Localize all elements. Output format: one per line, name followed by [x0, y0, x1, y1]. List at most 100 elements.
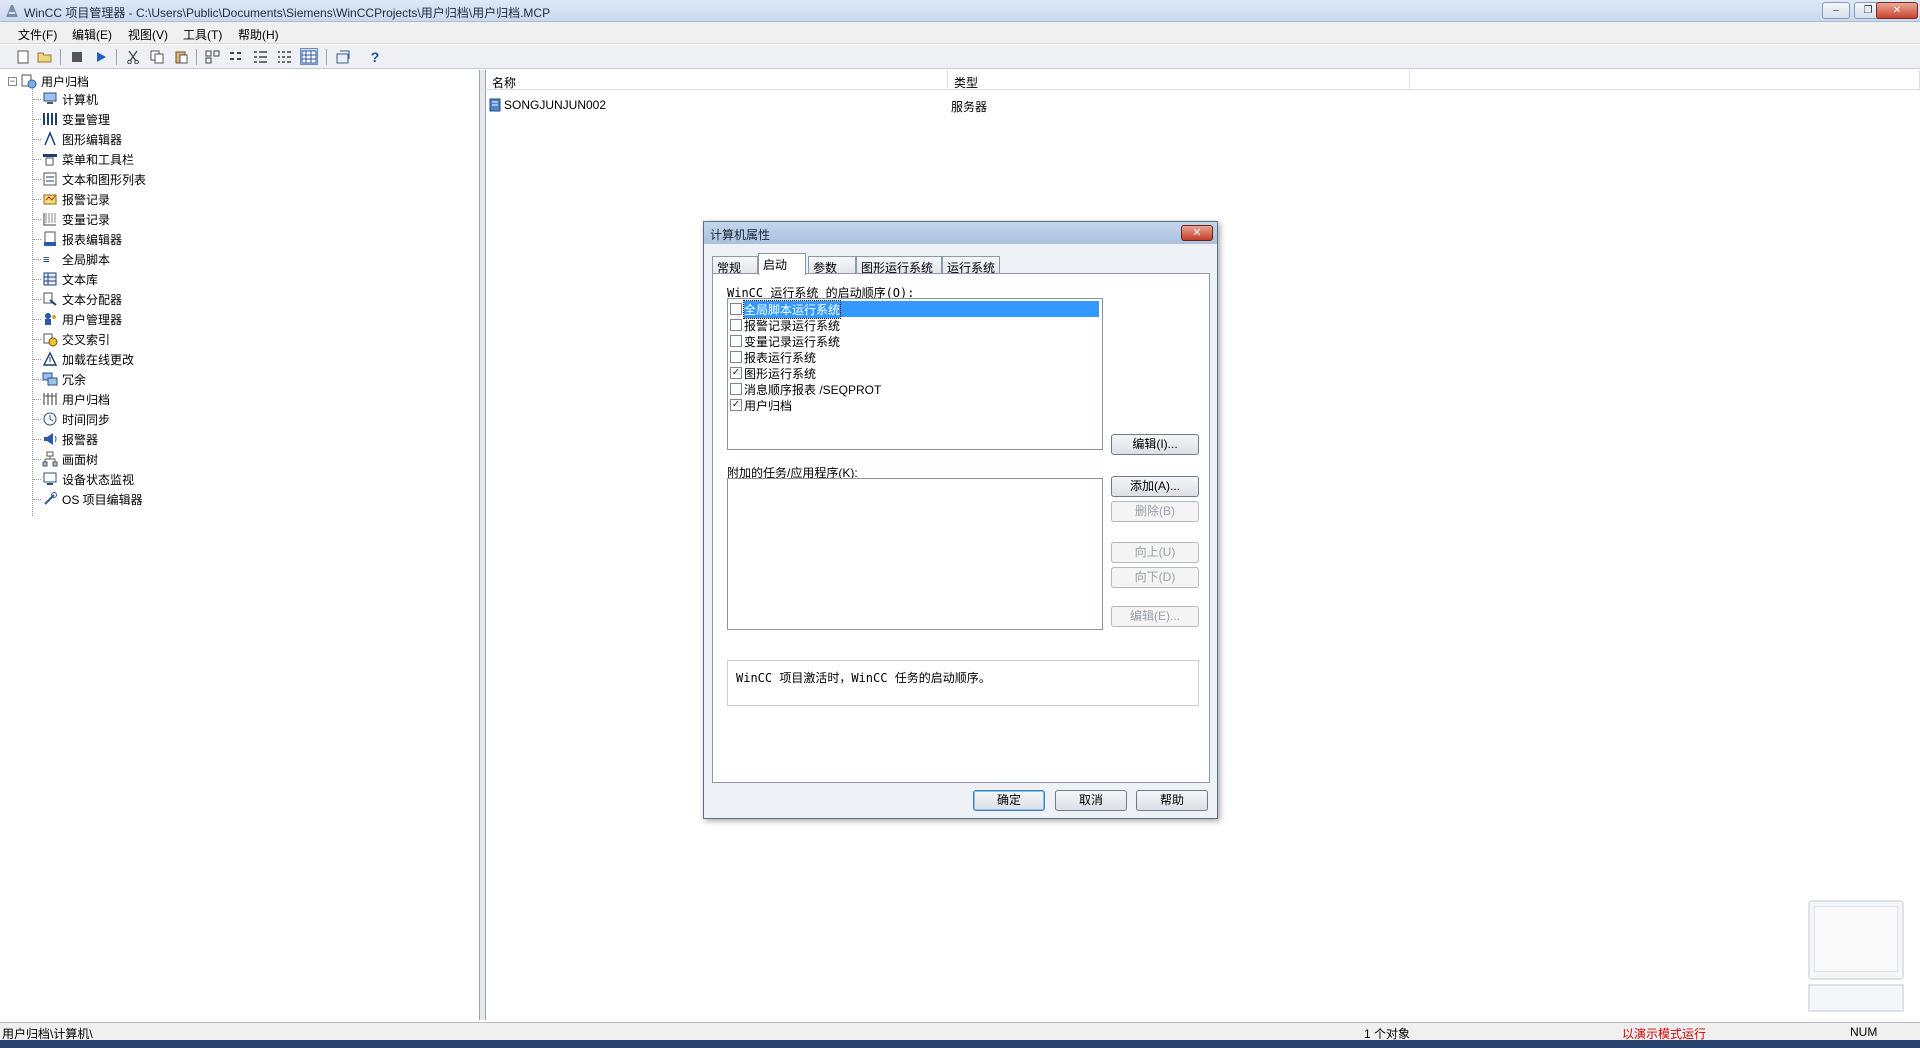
- dialog-close-icon[interactable]: ✕: [1181, 225, 1213, 241]
- edit-task-button[interactable]: 编辑(E)...: [1111, 606, 1199, 627]
- menu-view[interactable]: 视图(V): [128, 26, 168, 43]
- tree-item[interactable]: 文本分配器: [42, 290, 122, 308]
- startup-list-item[interactable]: 变量记录运行系统: [730, 333, 1099, 349]
- startup-item-checkbox[interactable]: [730, 319, 742, 331]
- cancel-button[interactable]: 取消: [1055, 790, 1127, 811]
- menu-help[interactable]: 帮助(H): [238, 26, 279, 43]
- tree-item[interactable]: OS 项目编辑器: [42, 490, 143, 508]
- startup-order-list[interactable]: 全局脚本运行系统 报警记录运行系统 变量记录运行系统 报表运行系统 ✓ 图形运行系统 消息顺…: [727, 298, 1103, 450]
- list-icon[interactable]: [252, 48, 270, 65]
- tree-item-label: 计算机: [62, 92, 99, 107]
- window-title: WinCC 项目管理器 - C:\Users\Public\Documents\…: [24, 6, 551, 20]
- tree-root[interactable]: − 用户归档: [8, 72, 89, 90]
- details-icon[interactable]: [276, 48, 294, 65]
- description-box: WinCC 项目激活时，WinCC 任务的启动顺序。: [727, 660, 1199, 706]
- startup-item-checkbox[interactable]: ✓: [730, 399, 742, 411]
- tab-graphics-runtime[interactable]: 图形运行系统: [856, 256, 942, 275]
- startup-list-item[interactable]: 全局脚本运行系统: [730, 299, 1099, 319]
- startup-list-item[interactable]: 报表运行系统: [730, 349, 1099, 365]
- tree-item-label: 交叉索引: [62, 332, 111, 347]
- time-sync-icon: [42, 411, 58, 427]
- tab-runtime[interactable]: 运行系统: [942, 256, 1000, 275]
- tree-item[interactable]: 时间同步: [42, 410, 110, 428]
- menu-file[interactable]: 文件(F): [18, 26, 57, 43]
- tree-item[interactable]: ≡ 全局脚本: [42, 250, 110, 268]
- column-header-type[interactable]: 类型: [948, 70, 1410, 90]
- tree-item[interactable]: 用户管理器: [42, 310, 122, 328]
- tree-item-label: 报警记录: [62, 192, 111, 207]
- startup-list-item[interactable]: ✓ 图形运行系统: [730, 365, 1099, 381]
- row-type: 服务器: [951, 100, 988, 114]
- tab-general[interactable]: 常规: [712, 256, 758, 275]
- properties-icon[interactable]: [334, 48, 352, 65]
- startup-item-checkbox[interactable]: [730, 335, 742, 347]
- menu-tools[interactable]: 工具(T): [183, 26, 222, 43]
- project-icon: [21, 74, 37, 89]
- move-down-button[interactable]: 向下(D): [1111, 567, 1199, 588]
- tree-item[interactable]: 图形编辑器: [42, 130, 122, 148]
- tree-item[interactable]: 用户归档: [42, 390, 110, 408]
- open-icon[interactable]: [36, 48, 54, 65]
- delete-task-button[interactable]: 删除(B): [1111, 501, 1199, 522]
- edit-startup-button[interactable]: 编辑(I)...: [1111, 434, 1199, 455]
- tree-item[interactable]: 文本库: [42, 270, 98, 288]
- startup-list-item[interactable]: 报警记录运行系统: [730, 317, 1099, 333]
- menu-edit[interactable]: 编辑(E): [72, 26, 112, 43]
- tree-item[interactable]: 变量管理: [42, 110, 110, 128]
- move-up-button[interactable]: 向上(U): [1111, 542, 1199, 563]
- help-button[interactable]: 帮助: [1136, 790, 1208, 811]
- description-text: WinCC 项目激活时，WinCC 任务的启动顺序。: [736, 671, 991, 685]
- startup-item-checkbox[interactable]: [730, 303, 742, 315]
- tree-item[interactable]: 菜单和工具栏: [42, 150, 134, 168]
- tree-item-label: 画面树: [62, 452, 99, 467]
- startup-list-item[interactable]: 消息顺序报表 /SEQPROT: [730, 381, 1099, 397]
- menu-toolbar-icon: [42, 151, 58, 167]
- tree-item[interactable]: 变量记录: [42, 210, 110, 228]
- report-designer-icon: [42, 231, 58, 247]
- minimize-icon[interactable]: –: [1822, 2, 1850, 19]
- tag-management-icon: [42, 111, 58, 127]
- column-header-name[interactable]: 名称: [486, 70, 948, 90]
- tree-item[interactable]: 画面树: [42, 450, 98, 468]
- tree-item[interactable]: 文本和图形列表: [42, 170, 146, 188]
- cut-icon[interactable]: [124, 48, 142, 65]
- startup-item-checkbox[interactable]: ✓: [730, 367, 742, 379]
- tree-item[interactable]: 报警记录: [42, 190, 110, 208]
- large-icons-icon[interactable]: [204, 48, 222, 65]
- grid-icon[interactable]: [300, 48, 318, 65]
- collapse-icon[interactable]: −: [8, 76, 17, 86]
- taskbar: [0, 1040, 1920, 1048]
- startup-item-checkbox[interactable]: [730, 351, 742, 363]
- tree-root-label: 用户归档: [41, 74, 90, 89]
- run-icon[interactable]: [92, 48, 110, 65]
- tree-item[interactable]: 报表编辑器: [42, 230, 122, 248]
- small-icons-icon[interactable]: [228, 48, 246, 65]
- svg-text:≡: ≡: [43, 253, 50, 266]
- tree-item[interactable]: 冗余: [42, 370, 86, 388]
- tree-item[interactable]: 交叉索引: [42, 330, 110, 348]
- tree-item[interactable]: 设备状态监视: [42, 470, 134, 488]
- tab-parameters[interactable]: 参数: [808, 256, 856, 275]
- table-row[interactable]: SONGJUNJUN002 服务器: [486, 96, 1386, 114]
- startup-item-label: 图形运行系统: [744, 366, 817, 381]
- ok-button[interactable]: 确定: [973, 790, 1045, 811]
- help-icon[interactable]: ?: [366, 48, 384, 65]
- additional-tasks-list[interactable]: [727, 478, 1103, 630]
- tab-startup[interactable]: 启动: [758, 253, 806, 275]
- startup-list-item[interactable]: ✓ 用户归档: [730, 397, 1099, 413]
- add-task-button[interactable]: 添加(A)...: [1111, 476, 1199, 497]
- load-online-changes-icon: [42, 351, 58, 367]
- global-script-icon: ≡: [42, 251, 58, 267]
- startup-item-checkbox[interactable]: [730, 383, 742, 395]
- computer-icon: [42, 91, 58, 107]
- tree-item[interactable]: 报警器: [42, 430, 98, 448]
- redundancy-icon: [42, 371, 58, 387]
- stop-icon[interactable]: [68, 48, 86, 65]
- close-icon[interactable]: ✕: [1876, 2, 1918, 19]
- new-icon[interactable]: [14, 48, 32, 65]
- tree-item-label: OS 项目编辑器: [62, 492, 143, 507]
- tree-item[interactable]: 计算机: [42, 90, 98, 108]
- copy-icon[interactable]: [148, 48, 166, 65]
- paste-icon[interactable]: [172, 48, 190, 65]
- tree-item[interactable]: 加载在线更改: [42, 350, 134, 368]
